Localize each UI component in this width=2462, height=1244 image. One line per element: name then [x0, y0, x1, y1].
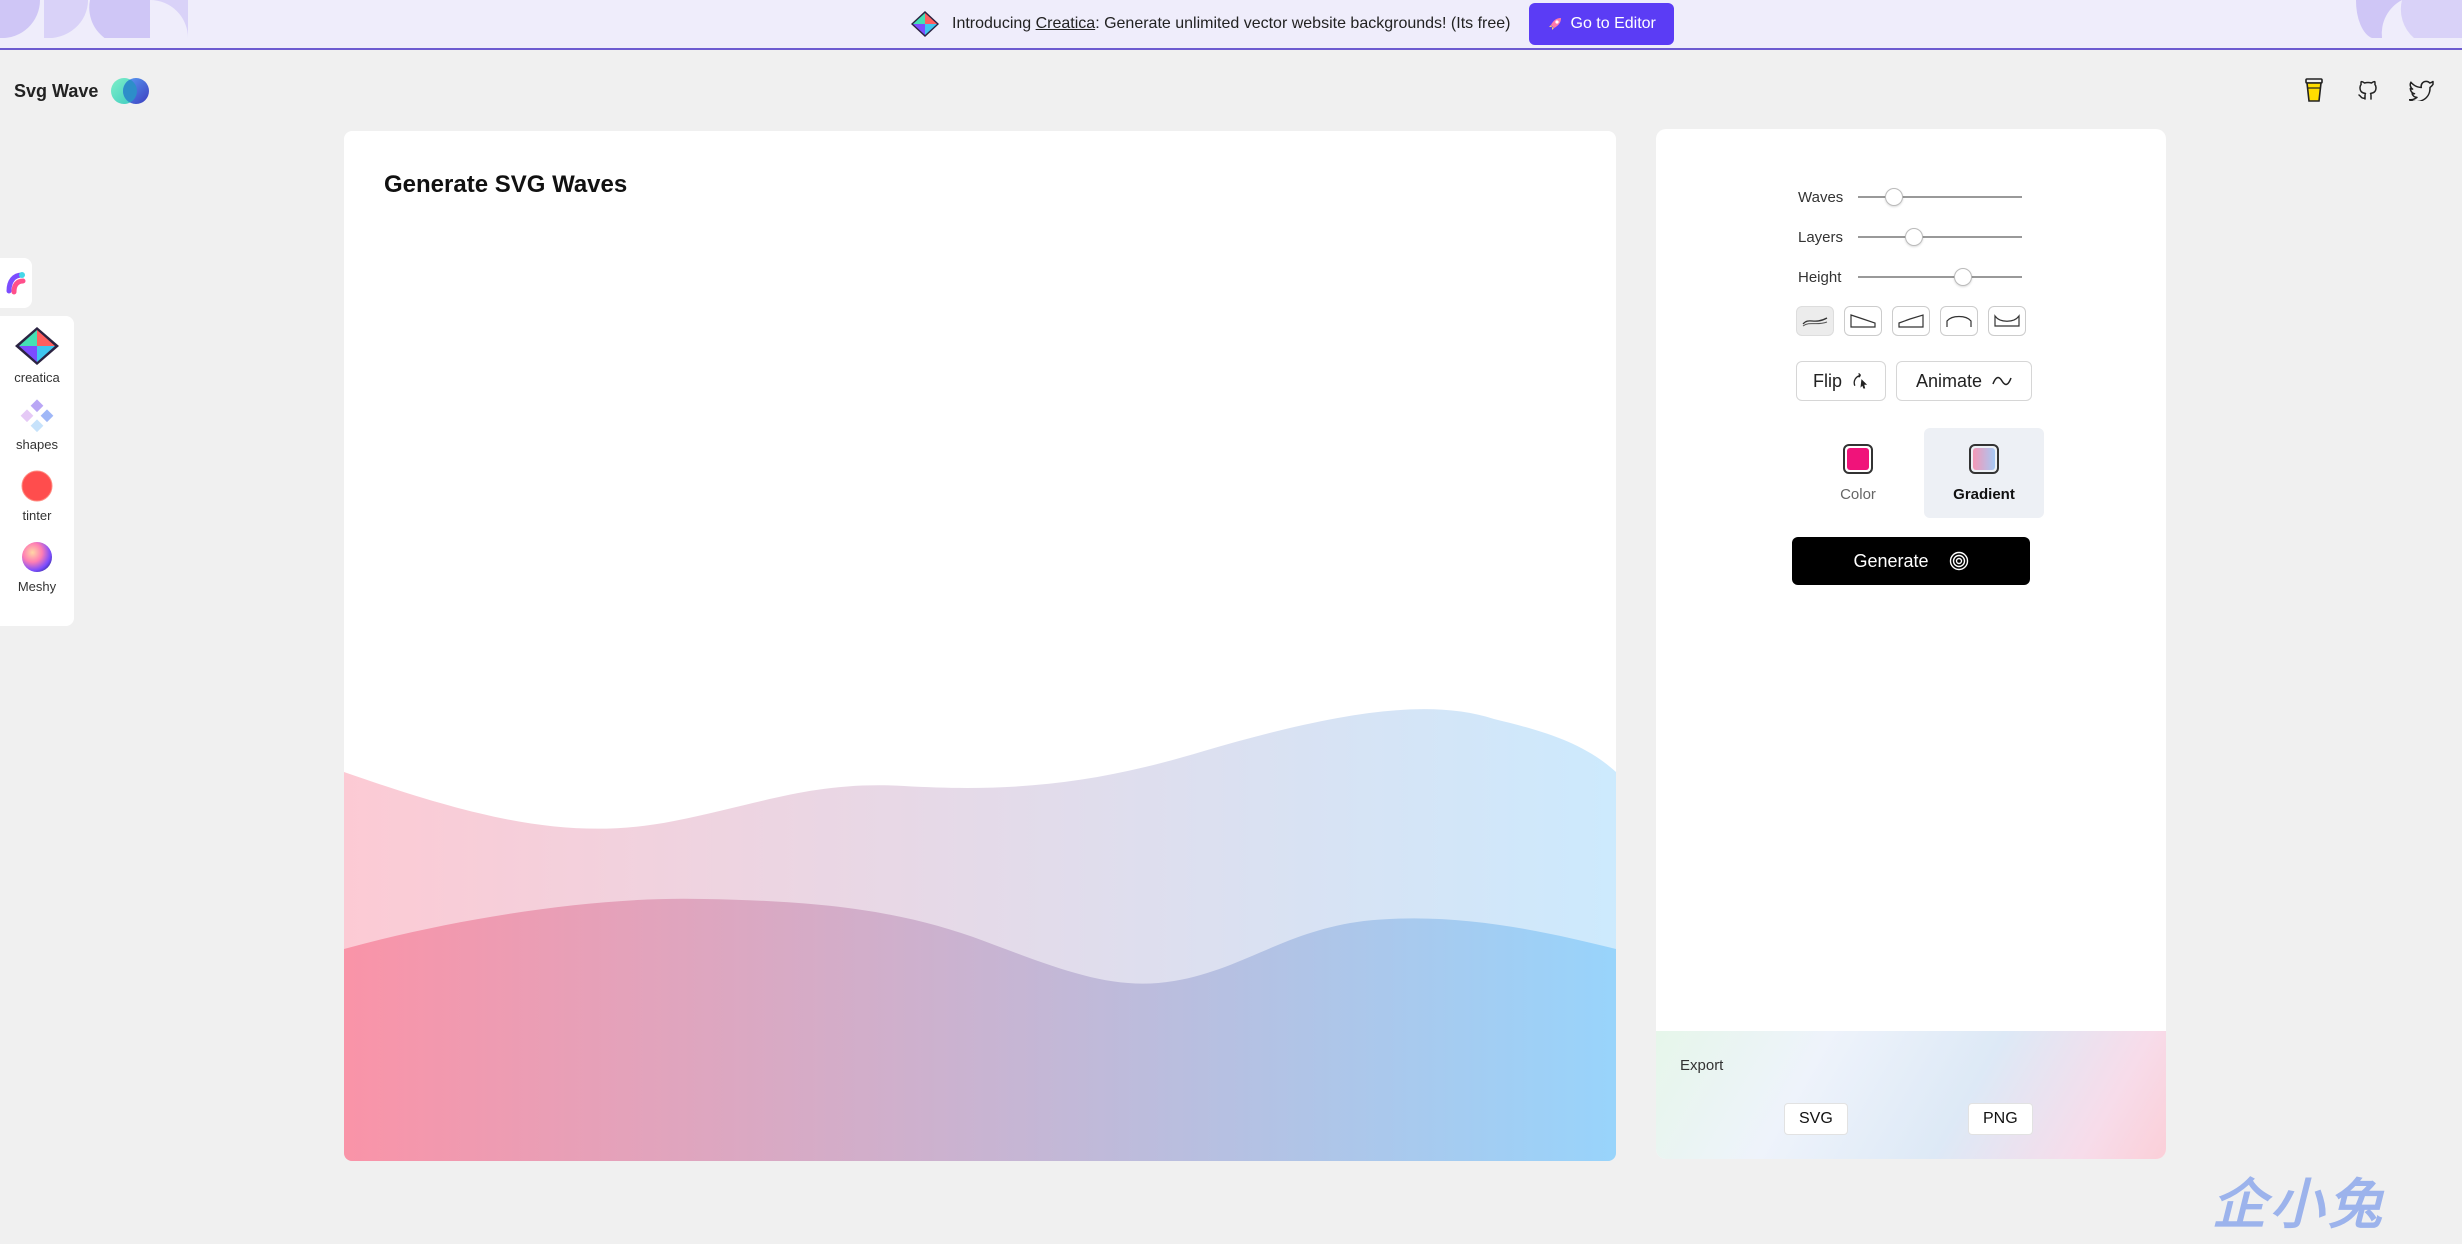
- wave-preview-image: [344, 709, 1616, 1161]
- meshy-icon: [21, 542, 52, 572]
- wave-animate-icon: [1992, 376, 2012, 386]
- twitter-icon[interactable]: [2408, 76, 2436, 104]
- fill-option-color[interactable]: Color: [1798, 428, 1918, 518]
- flip-icon: [1853, 372, 1868, 389]
- tinter-icon: [21, 470, 53, 502]
- sidebar-item-creatica[interactable]: creatica: [14, 326, 60, 389]
- github-icon[interactable]: [2354, 76, 2382, 104]
- sidebar-item-tinter[interactable]: tinter: [19, 468, 55, 531]
- gradient-swatch[interactable]: [1969, 443, 1999, 474]
- peak-wave-icon: [1898, 314, 1924, 328]
- header-links: [2300, 76, 2436, 104]
- shape-option-arch[interactable]: [1940, 306, 1978, 336]
- app-logo[interactable]: Svg Wave: [14, 76, 152, 106]
- target-icon: [1949, 551, 1968, 571]
- creatica-logo-icon: [911, 11, 939, 37]
- apps-sidebar: creatica shapes tinter Meshy: [0, 316, 74, 626]
- export-label: Export: [1680, 1057, 1724, 1074]
- decorative-shapes-left: [0, 0, 188, 38]
- layers-slider-label: Layers: [1798, 228, 1844, 246]
- wave-shape-options: [1796, 306, 2026, 336]
- height-slider-row: Height: [1798, 265, 2028, 289]
- shape-option-step[interactable]: [1844, 306, 1882, 336]
- height-slider-thumb[interactable]: [1953, 268, 1972, 286]
- shape-option-peak[interactable]: [1892, 306, 1930, 336]
- banner-message: Introducing Creatica: Generate unlimited…: [952, 15, 1511, 32]
- export-svg-button[interactable]: SVG: [1784, 1103, 1848, 1135]
- arch-wave-icon: [1946, 315, 1972, 327]
- flip-button[interactable]: Flip: [1796, 361, 1886, 401]
- waves-slider-thumb[interactable]: [1885, 188, 1904, 206]
- svgwave-logo-icon: [111, 78, 150, 104]
- sidebar-item-shapes[interactable]: shapes: [16, 397, 58, 460]
- waves-slider-row: Waves: [1798, 185, 2028, 209]
- generate-button[interactable]: Generate: [1792, 537, 2030, 585]
- wave-actions: Flip Animate: [1796, 361, 2032, 401]
- watermark: 企小兔: [2212, 1173, 2386, 1236]
- export-png-button[interactable]: PNG: [1968, 1103, 2033, 1135]
- color-swatch[interactable]: [1843, 443, 1873, 474]
- sidebar-toggle-tab[interactable]: [0, 258, 32, 308]
- coffee-cup-icon[interactable]: [2300, 76, 2328, 104]
- go-to-editor-button[interactable]: Go to Editor: [1528, 3, 1674, 45]
- shape-option-bowl[interactable]: [1988, 306, 2026, 336]
- step-wave-icon: [1850, 314, 1876, 328]
- bowl-wave-icon: [1994, 314, 2020, 327]
- wave-preview-card: Generate SVG Waves: [344, 131, 1616, 1161]
- layers-slider-row: Layers: [1798, 225, 2028, 249]
- layers-slider-thumb[interactable]: [1904, 228, 1923, 246]
- announcement-banner: Introducing Creatica: Generate unlimited…: [0, 0, 2462, 50]
- rocket-icon: [1548, 18, 1561, 30]
- layers-slider[interactable]: [1858, 228, 2022, 246]
- shapes-icon: [20, 399, 54, 433]
- sidebar-item-meshy[interactable]: Meshy: [18, 539, 56, 602]
- decorative-shapes-right: [2355, 0, 2462, 38]
- creatica-link[interactable]: Creatica: [1036, 15, 1096, 32]
- shape-option-smooth[interactable]: [1796, 306, 1834, 336]
- fill-option-gradient[interactable]: Gradient: [1924, 428, 2044, 518]
- smooth-wave-icon: [1802, 317, 1828, 327]
- creatica-icon: [15, 327, 59, 365]
- fill-type-options: Color Gradient: [1798, 428, 2044, 518]
- page-title: Generate SVG Waves: [384, 171, 628, 198]
- export-panel: Export SVG PNG: [1656, 1031, 2166, 1159]
- svgwave-app-icon: [6, 272, 26, 295]
- waves-slider-label: Waves: [1798, 188, 1844, 206]
- animate-button[interactable]: Animate: [1896, 361, 2032, 401]
- height-slider[interactable]: [1858, 268, 2022, 286]
- height-slider-label: Height: [1798, 268, 1842, 286]
- waves-slider[interactable]: [1858, 188, 2022, 206]
- app-name: Svg Wave: [14, 80, 99, 101]
- controls-panel: Waves Layers Height Flip Animate Color G…: [1656, 129, 2166, 1159]
